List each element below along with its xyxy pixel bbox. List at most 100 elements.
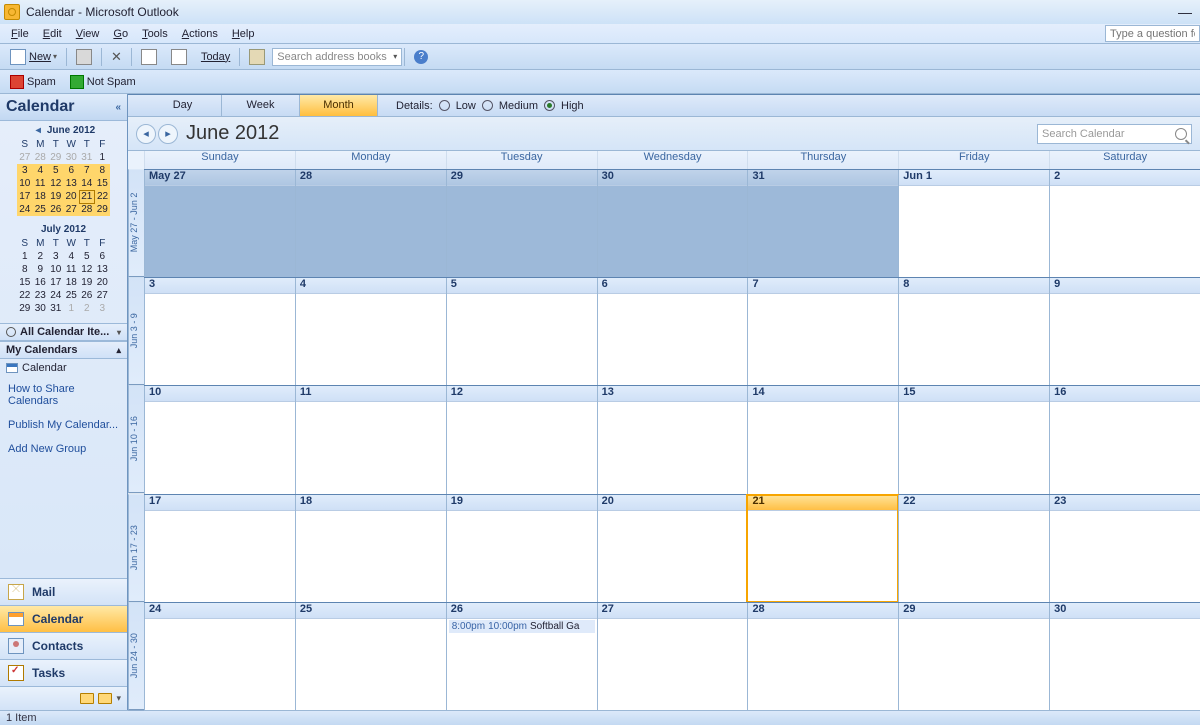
mini-day[interactable]: 11: [33, 177, 49, 190]
mini-day[interactable]: 19: [48, 190, 64, 203]
mini-day[interactable]: 5: [79, 250, 95, 263]
day-cell[interactable]: 8: [898, 278, 1049, 385]
day-cell[interactable]: 16: [1049, 386, 1200, 493]
mini-day[interactable]: 4: [33, 164, 49, 177]
week-label[interactable]: Jun 3 - 9: [128, 277, 144, 385]
menu-view[interactable]: View: [69, 28, 107, 40]
calendar-event[interactable]: 8:00pm10:00pmSoftball Ga: [449, 620, 595, 633]
mini-day[interactable]: 15: [95, 177, 111, 190]
mini-day[interactable]: 20: [64, 190, 80, 203]
day-cell[interactable]: Jun 1: [898, 170, 1049, 277]
mini-day[interactable]: 3: [17, 164, 33, 177]
week-label[interactable]: May 27 - Jun 2: [128, 169, 144, 277]
calendar-button[interactable]: Calendar: [0, 605, 127, 632]
mini-day[interactable]: 2: [33, 250, 49, 263]
mini-day[interactable]: 29: [48, 151, 64, 164]
mini-day[interactable]: 19: [79, 276, 95, 289]
mini-day[interactable]: 4: [64, 250, 80, 263]
mini-day[interactable]: 14: [79, 177, 95, 190]
week-label[interactable]: Jun 17 - 23: [128, 494, 144, 602]
spam-button[interactable]: Spam: [4, 73, 62, 91]
day-cell[interactable]: 20: [597, 495, 748, 602]
mini-day[interactable]: 18: [33, 190, 49, 203]
day-cell[interactable]: 29: [898, 603, 1049, 710]
mini-day[interactable]: 13: [64, 177, 80, 190]
mini-day[interactable]: 30: [64, 151, 80, 164]
day-cell[interactable]: 9: [1049, 278, 1200, 385]
my-calendars-header[interactable]: My Calendars ▴: [0, 341, 127, 359]
publish-link[interactable]: Publish My Calendar...: [0, 413, 127, 437]
mini-day[interactable]: 27: [17, 151, 33, 164]
mini-day[interactable]: 11: [64, 263, 80, 276]
addrbook-button[interactable]: [243, 47, 271, 67]
menu-go[interactable]: Go: [106, 28, 135, 40]
mail-button[interactable]: Mail: [0, 578, 127, 605]
mini-day[interactable]: 29: [95, 203, 111, 216]
mini-day[interactable]: 25: [33, 203, 49, 216]
mini-day[interactable]: 31: [79, 151, 95, 164]
contacts-button[interactable]: Contacts: [0, 632, 127, 659]
notspam-button[interactable]: Not Spam: [64, 73, 142, 91]
mini-day[interactable]: 1: [17, 250, 33, 263]
day-cell[interactable]: 12: [446, 386, 597, 493]
day-cell[interactable]: 14: [747, 386, 898, 493]
week-label[interactable]: Jun 24 - 30: [128, 602, 144, 710]
back-arrow[interactable]: ◂: [136, 124, 156, 144]
day-cell[interactable]: 30: [597, 170, 748, 277]
mini-day[interactable]: 3: [48, 250, 64, 263]
week-label[interactable]: Jun 10 - 16: [128, 385, 144, 493]
mini-day[interactable]: 1: [64, 302, 80, 315]
mini-day[interactable]: 9: [33, 263, 49, 276]
mini-day[interactable]: 31: [48, 302, 64, 315]
mini-day[interactable]: 13: [95, 263, 111, 276]
calendar-search[interactable]: Search Calendar: [1037, 124, 1192, 144]
radio-medium[interactable]: [482, 100, 493, 111]
day-cell[interactable]: 4: [295, 278, 446, 385]
mini-day[interactable]: 29: [17, 302, 33, 315]
mini-day[interactable]: 6: [95, 250, 111, 263]
mini-day[interactable]: 22: [17, 289, 33, 302]
today-button[interactable]: Today: [195, 49, 236, 65]
menu-edit[interactable]: Edit: [36, 28, 69, 40]
config-icon[interactable]: ▾: [116, 693, 121, 704]
menu-help[interactable]: Help: [225, 28, 262, 40]
tasks-button[interactable]: Tasks: [0, 659, 127, 686]
folder-icon[interactable]: [80, 693, 94, 704]
mini-day[interactable]: 1: [95, 151, 111, 164]
day-cell[interactable]: 29: [446, 170, 597, 277]
mini-day[interactable]: 12: [48, 177, 64, 190]
day-cell[interactable]: 18: [295, 495, 446, 602]
day-cell[interactable]: 15: [898, 386, 1049, 493]
day-cell[interactable]: 23: [1049, 495, 1200, 602]
mini-day[interactable]: 8: [17, 263, 33, 276]
day-cell[interactable]: 21: [747, 495, 898, 602]
address-search[interactable]: Search address books▾: [272, 48, 402, 66]
day-cell[interactable]: 28: [295, 170, 446, 277]
day-cell[interactable]: May 27: [144, 170, 295, 277]
addgroup-link[interactable]: Add New Group: [0, 437, 127, 461]
day-cell[interactable]: 6: [597, 278, 748, 385]
new-button[interactable]: New ▾: [4, 47, 63, 67]
minimize-button[interactable]: —: [1174, 4, 1196, 20]
mini-day[interactable]: 28: [33, 151, 49, 164]
cal2-icon-button[interactable]: [165, 47, 193, 67]
mini-day[interactable]: 22: [95, 190, 111, 203]
folder-icon[interactable]: [98, 693, 112, 704]
mini-day[interactable]: 25: [64, 289, 80, 302]
mini-day[interactable]: 26: [48, 203, 64, 216]
day-cell[interactable]: 5: [446, 278, 597, 385]
menu-tools[interactable]: Tools: [135, 28, 175, 40]
mini-day[interactable]: 17: [17, 190, 33, 203]
mini-day[interactable]: 18: [64, 276, 80, 289]
all-calendar-items[interactable]: All Calendar Ite... ▾: [0, 323, 127, 341]
day-cell[interactable]: 30: [1049, 603, 1200, 710]
mini-day[interactable]: 10: [17, 177, 33, 190]
share-link[interactable]: How to Share Calendars: [0, 377, 127, 413]
day-cell[interactable]: 28: [747, 603, 898, 710]
calendar-list-item[interactable]: Calendar: [0, 359, 127, 377]
tab-month[interactable]: Month: [300, 95, 378, 116]
day-cell[interactable]: 11: [295, 386, 446, 493]
prev-month-arrow[interactable]: ◂: [32, 125, 45, 136]
mini-day[interactable]: 30: [33, 302, 49, 315]
mini-day[interactable]: 10: [48, 263, 64, 276]
